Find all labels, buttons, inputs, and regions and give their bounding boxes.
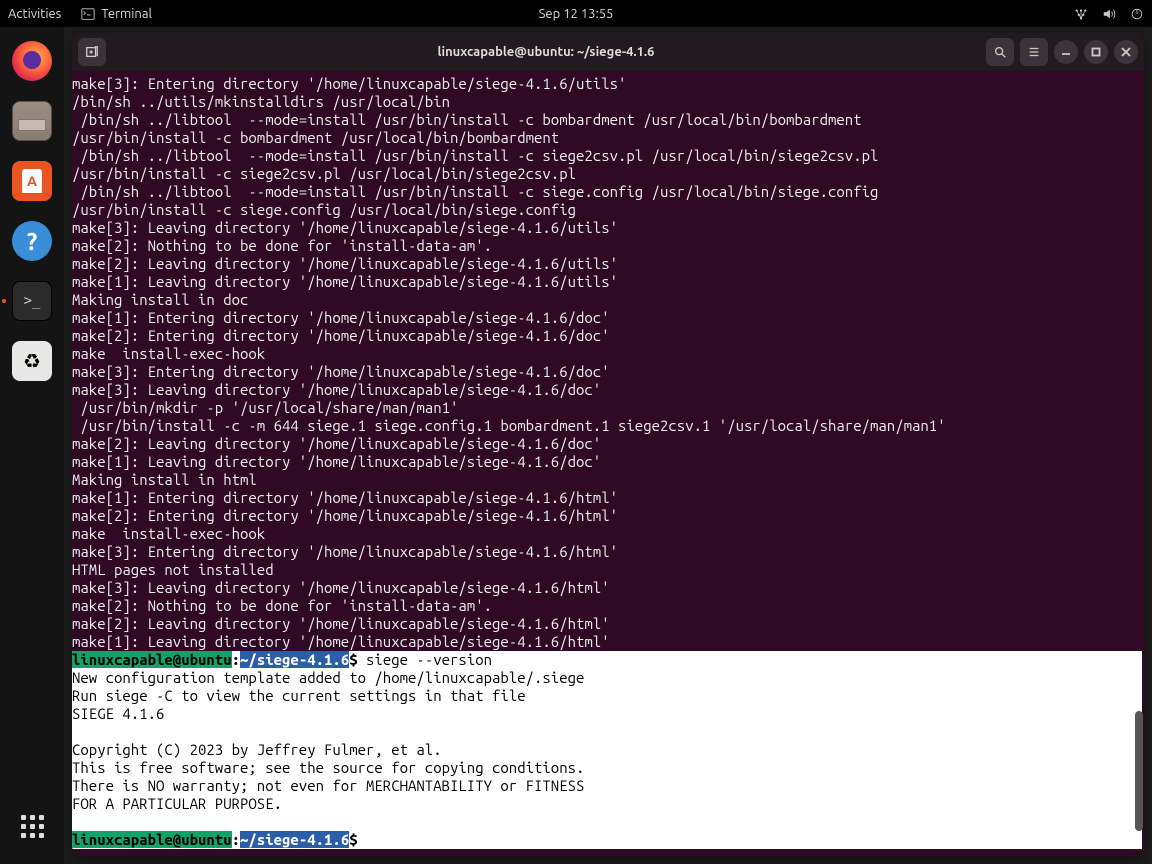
terminal-line: HTML pages not installed [72, 561, 1142, 579]
dock-item-software[interactable] [8, 157, 56, 205]
terminal-line: /usr/bin/install -c siege.config /usr/lo… [72, 201, 1142, 219]
prompt-dollar: $ [349, 651, 357, 668]
prompt-separator: : [232, 651, 240, 668]
maximize-button[interactable] [1084, 40, 1108, 64]
terminal-line: /usr/bin/mkdir -p '/usr/local/share/man/… [72, 399, 1142, 417]
network-icon [1074, 7, 1088, 21]
terminal-line: make install-exec-hook [72, 345, 1142, 363]
prompt-path: ~/siege-4.1.6 [240, 651, 349, 668]
terminal-icon: >_ [12, 281, 52, 321]
terminal-line: make[3]: Entering directory '/home/linux… [72, 543, 1142, 561]
new-tab-icon [85, 45, 99, 59]
active-app-indicator[interactable]: Terminal [81, 7, 152, 21]
terminal-line [72, 723, 1142, 741]
terminal-line: make install-exec-hook [72, 525, 1142, 543]
terminal-line: make[2]: Entering directory '/home/linux… [72, 327, 1142, 345]
terminal-line: /bin/sh ../utils/mkinstalldirs /usr/loca… [72, 93, 1142, 111]
search-icon [993, 45, 1007, 59]
gnome-top-bar: Activities Terminal Sep 12 13:55 [0, 0, 1152, 27]
terminal-line: This is free software; see the source fo… [72, 759, 1142, 777]
terminal-window: linuxcapable@ubuntu: ~/siege-4.1.6 [72, 33, 1144, 856]
terminal-line [72, 813, 1142, 831]
terminal-line: /usr/bin/install -c siege2csv.pl /usr/lo… [72, 165, 1142, 183]
cursor-position[interactable] [358, 831, 366, 848]
active-app-name: Terminal [101, 7, 152, 21]
dock: ? >_ ♻ [0, 27, 64, 864]
prompt-user: linuxcapable@ubuntu [72, 651, 232, 668]
terminal-line: /usr/bin/install -c bombardment /usr/loc… [72, 129, 1142, 147]
terminal-line: make[3]: Leaving directory '/home/linuxc… [72, 381, 1142, 399]
dock-item-help[interactable]: ? [8, 217, 56, 265]
minimize-icon [1061, 47, 1071, 57]
terminal-line: make[1]: Leaving directory '/home/linuxc… [72, 273, 1142, 291]
system-menu[interactable] [1074, 7, 1144, 21]
prompt-user: linuxcapable@ubuntu [72, 831, 232, 848]
menu-button[interactable] [1020, 38, 1048, 66]
prompt-path: ~/siege-4.1.6 [240, 831, 349, 848]
terminal-line: make[1]: Entering directory '/home/linux… [72, 309, 1142, 327]
dock-item-files[interactable] [8, 97, 56, 145]
terminal-scrollbar[interactable] [1133, 71, 1143, 856]
dock-item-firefox[interactable] [8, 37, 56, 85]
terminal-line: There is NO warranty; not even for MERCH… [72, 777, 1142, 795]
terminal-line: /usr/bin/install -c -m 644 siege.1 siege… [72, 417, 1142, 435]
terminal-line: Copyright (C) 2023 by Jeffrey Fulmer, et… [72, 741, 1142, 759]
software-icon [12, 161, 52, 201]
terminal-line: /bin/sh ../libtool --mode=install /usr/b… [72, 147, 1142, 165]
terminal-line: make[2]: Leaving directory '/home/linuxc… [72, 435, 1142, 453]
terminal-line: Making install in html [72, 471, 1142, 489]
prompt-separator: : [232, 831, 240, 848]
new-tab-button[interactable] [78, 38, 106, 66]
terminal-line: make[2]: Entering directory '/home/linux… [72, 507, 1142, 525]
terminal-line: /bin/sh ../libtool --mode=install /usr/b… [72, 111, 1142, 129]
activities-button[interactable]: Activities [8, 7, 61, 21]
apps-grid-icon [21, 815, 44, 838]
terminal-line: /bin/sh ../libtool --mode=install /usr/b… [72, 183, 1142, 201]
maximize-icon [1091, 47, 1101, 57]
trash-icon: ♻ [12, 341, 52, 381]
terminal-line: make[3]: Leaving directory '/home/linuxc… [72, 579, 1142, 597]
dock-item-terminal[interactable]: >_ [8, 277, 56, 325]
close-button[interactable] [1114, 40, 1138, 64]
search-button[interactable] [986, 38, 1014, 66]
terminal-line: New configuration template added to /hom… [72, 669, 1142, 687]
dock-item-trash[interactable]: ♻ [8, 337, 56, 385]
terminal-line: make[2]: Leaving directory '/home/linuxc… [72, 615, 1142, 633]
terminal-line: make[1]: Entering directory '/home/linux… [72, 489, 1142, 507]
window-titlebar[interactable]: linuxcapable@ubuntu: ~/siege-4.1.6 [72, 33, 1144, 71]
clock[interactable]: Sep 12 13:55 [539, 7, 614, 21]
hamburger-icon [1027, 45, 1041, 59]
terminal-small-icon [81, 7, 95, 21]
volume-icon [1102, 7, 1116, 21]
terminal-line: make[3]: Entering directory '/home/linux… [72, 363, 1142, 381]
files-icon [12, 101, 52, 141]
terminal-line: make[3]: Leaving directory '/home/linuxc… [72, 219, 1142, 237]
terminal-line: make[2]: Leaving directory '/home/linuxc… [72, 255, 1142, 273]
terminal-line: Making install in doc [72, 291, 1142, 309]
terminal-line: make[1]: Leaving directory '/home/linuxc… [72, 453, 1142, 471]
prompt-dollar: $ [349, 831, 357, 848]
terminal-line: SIEGE 4.1.6 [72, 705, 1142, 723]
minimize-button[interactable] [1054, 40, 1078, 64]
terminal-line: make[2]: Nothing to be done for 'install… [72, 597, 1142, 615]
terminal-output: make[3]: Entering directory '/home/linux… [72, 75, 1142, 651]
command-text: siege --version [358, 651, 492, 668]
terminal-line: make[3]: Entering directory '/home/linux… [72, 75, 1142, 93]
show-applications-button[interactable] [8, 802, 56, 850]
terminal-line: make[2]: Nothing to be done for 'install… [72, 237, 1142, 255]
terminal-line: Run siege -C to view the current setting… [72, 687, 1142, 705]
power-icon [1130, 7, 1144, 21]
terminal-line: FOR A PARTICULAR PURPOSE. [72, 795, 1142, 813]
terminal-selected-block: linuxcapable@ubuntu:~/siege-4.1.6$ siege… [72, 651, 1142, 849]
firefox-icon [12, 41, 52, 81]
close-icon [1121, 47, 1131, 57]
window-title: linuxcapable@ubuntu: ~/siege-4.1.6 [106, 45, 986, 59]
terminal-content[interactable]: make[3]: Entering directory '/home/linux… [72, 71, 1144, 856]
help-icon: ? [12, 221, 52, 261]
terminal-line: make[1]: Leaving directory '/home/linuxc… [72, 633, 1142, 651]
scrollbar-thumb[interactable] [1135, 711, 1143, 831]
